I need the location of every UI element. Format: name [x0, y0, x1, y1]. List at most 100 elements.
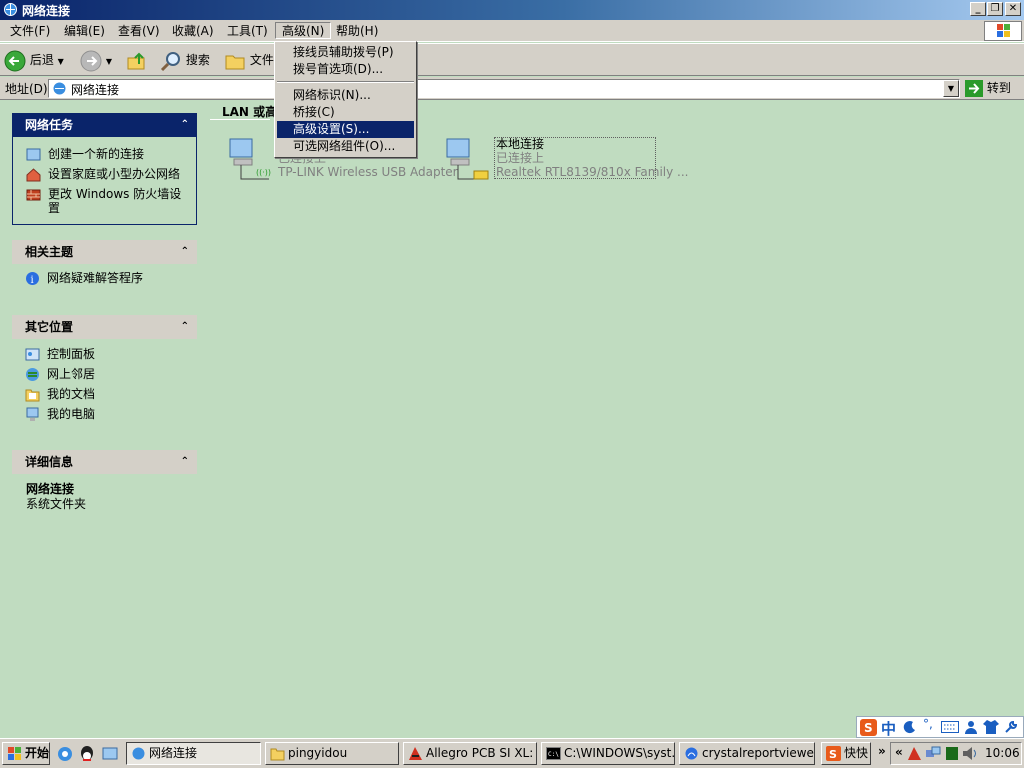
up-button[interactable] — [126, 48, 148, 72]
place-network-neighborhood[interactable]: 网上邻居 — [12, 364, 197, 384]
place-my-computer[interactable]: 我的电脑 — [12, 404, 197, 424]
maximize-button[interactable]: ❐ — [987, 2, 1003, 16]
info-icon: i — [26, 272, 39, 286]
menu-item-network-identification[interactable]: 网络标识(N)... — [277, 87, 414, 104]
tray-allegro-icon[interactable] — [907, 746, 922, 761]
task-label: 设置家庭或小型办公网络 — [48, 167, 181, 181]
taskbar-button-kuaikuai[interactable]: S 快快 — [821, 742, 871, 765]
tray-network-icon[interactable] — [925, 746, 941, 761]
forward-button[interactable]: ▼ — [80, 48, 112, 72]
menu-file[interactable]: 文件(F) — [4, 23, 56, 40]
taskbar-button-allegro[interactable]: Allegro PCB SI XL: u... — [403, 742, 537, 765]
related-topics-title: 相关主题 — [25, 245, 74, 259]
local-connection[interactable]: 本地连接 已连接上 Realtek RTL8139/810x Family ..… — [444, 137, 688, 181]
folder-up-icon — [127, 52, 145, 69]
ime-chinese-mode[interactable]: 中 — [881, 718, 896, 739]
menu-tools[interactable]: 工具(T) — [221, 23, 274, 40]
folder-icon — [225, 55, 245, 69]
task-label: 我的电脑 — [47, 407, 96, 421]
taskbar-button-crystal[interactable]: crystalreportviewer... — [679, 742, 815, 765]
documents-folder-icon — [25, 389, 40, 402]
menu-item-operator-dialing[interactable]: 接线员辅助拨号(P) — [277, 44, 414, 61]
keyboard-icon[interactable] — [941, 721, 959, 733]
taskbar-button-label: pingyidou — [288, 746, 348, 760]
quicklaunch-qq-icon[interactable] — [79, 745, 95, 763]
task-firewall[interactable]: 更改 Windows 防火墙设 — [13, 187, 196, 201]
tray-clock[interactable]: 10:06 — [985, 746, 1020, 760]
svg-text:S: S — [864, 721, 873, 735]
place-my-documents[interactable]: 我的文档 — [12, 384, 197, 404]
window-title: 网络连接 — [22, 4, 71, 18]
quicklaunch-ie-icon[interactable] — [57, 746, 73, 762]
task-create-connection[interactable]: 创建一个新的连接 — [13, 144, 196, 164]
local-connection-device: Realtek RTL8139/810x Family ... — [496, 165, 689, 179]
menu-advanced[interactable]: 高级(N) — [275, 22, 332, 39]
menu-view[interactable]: 查看(V) — [112, 23, 166, 40]
windows-logo-icon — [984, 21, 1022, 41]
system-tray: « 10:06 — [890, 742, 1022, 765]
network-icon — [53, 82, 66, 95]
menu-item-dialing-preferences[interactable]: 拨号首选项(D)... — [277, 61, 414, 78]
search-label: 搜索 — [185, 53, 210, 67]
task-label: 更改 Windows 防火墙设 — [48, 187, 182, 201]
taskbar-overflow-chevron[interactable]: » — [878, 744, 886, 758]
place-control-panel[interactable]: 控制面板 — [12, 344, 197, 364]
back-dropdown-icon[interactable]: ▼ — [58, 57, 64, 66]
moon-icon[interactable] — [903, 720, 917, 734]
related-topics-panel: i 网络疑难解答程序 — [12, 268, 197, 298]
punctuation-icon[interactable]: °, — [923, 717, 933, 731]
menu-item-optional-components[interactable]: 可选网络组件(O)... — [277, 138, 414, 155]
address-dropdown-icon[interactable]: ▼ — [943, 80, 959, 97]
taskbar-button-cmd[interactable]: C:\ C:\WINDOWS\syst... — [541, 742, 675, 765]
details-header[interactable]: 详细信息 ⌃ — [12, 450, 197, 474]
network-tasks-header[interactable]: 网络任务 ⌃ — [12, 113, 197, 137]
new-connection-icon — [26, 148, 41, 161]
collapse-chevron-icon[interactable]: ⌃ — [181, 240, 189, 264]
menu-item-advanced-settings[interactable]: 高级设置(S)... — [277, 121, 414, 138]
taskbar-button-folder[interactable]: pingyidou — [265, 742, 399, 765]
other-places-header[interactable]: 其它位置 ⌃ — [12, 315, 197, 339]
close-button[interactable]: ✕ — [1005, 2, 1021, 16]
search-button[interactable]: 搜索 — [160, 48, 210, 72]
back-button[interactable]: 后退 ▼ — [4, 48, 64, 72]
sogou-logo-icon[interactable]: S — [860, 719, 877, 736]
related-topics-header[interactable]: 相关主题 ⌃ — [12, 240, 197, 264]
collapse-chevron-icon[interactable]: ⌃ — [181, 450, 189, 474]
other-places-panel: 控制面板 网上邻居 我的文档 我的电脑 — [12, 344, 197, 428]
folders-button[interactable]: 文件 — [224, 48, 274, 72]
start-button[interactable]: 开始 — [2, 742, 50, 765]
task-label: 网络疑难解答程序 — [47, 271, 144, 285]
menu-help[interactable]: 帮助(H) — [330, 23, 384, 40]
home-network-icon — [26, 168, 41, 182]
minimize-button[interactable]: _ — [970, 2, 986, 16]
forward-dropdown-icon[interactable]: ▼ — [106, 57, 112, 66]
menu-edit[interactable]: 编辑(E) — [58, 23, 111, 40]
tray-volume-icon[interactable] — [962, 746, 978, 761]
local-connection-status: 已连接上 — [496, 151, 545, 165]
quicklaunch-show-desktop-icon[interactable] — [102, 746, 118, 762]
task-firewall-cont[interactable]: 置 — [13, 201, 196, 215]
address-input[interactable]: 网络连接 ▼ — [48, 79, 960, 98]
collapse-chevron-icon[interactable]: ⌃ — [181, 315, 189, 339]
wireless-connection-icon: ((·)) — [229, 138, 271, 180]
network-icon — [132, 747, 145, 760]
collapse-chevron-icon[interactable]: ⌃ — [181, 113, 189, 137]
tray-expand-chevron[interactable]: « — [895, 745, 903, 759]
tray-green-square-icon[interactable] — [945, 746, 959, 761]
menu-item-bridge[interactable]: 桥接(C) — [277, 104, 414, 121]
svg-text:((·)): ((·)) — [256, 168, 271, 177]
shirt-skin-icon[interactable] — [983, 720, 999, 734]
go-button[interactable]: 转到 — [965, 79, 1011, 98]
go-label: 转到 — [986, 81, 1011, 95]
task-home-network[interactable]: 设置家庭或小型办公网络 — [13, 164, 196, 184]
user-icon[interactable] — [964, 720, 978, 734]
menu-favorites[interactable]: 收藏(A) — [166, 23, 220, 40]
lan-connection-icon — [446, 138, 489, 180]
wrench-settings-icon[interactable] — [1004, 720, 1018, 734]
toolbar: 后退 ▼ ▼ 搜索 文件 — [0, 43, 1024, 76]
task-label: 创建一个新的连接 — [48, 147, 145, 161]
task-label: 置 — [48, 201, 61, 215]
task-troubleshooter[interactable]: i 网络疑难解答程序 — [12, 268, 197, 288]
taskbar-button-label: crystalreportviewer... — [702, 746, 814, 760]
taskbar-button-network[interactable]: 网络连接 — [126, 742, 261, 765]
